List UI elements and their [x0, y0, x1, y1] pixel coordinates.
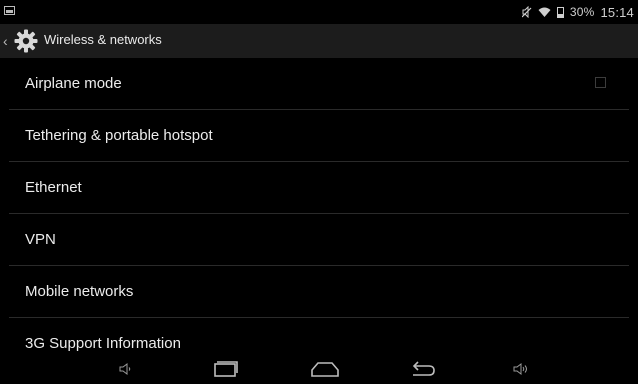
setting-tethering-hotspot[interactable]: Tethering & portable hotspot [9, 110, 629, 162]
gear-icon[interactable] [13, 28, 39, 54]
volume-down-icon [119, 363, 131, 375]
back-icon [412, 361, 435, 376]
home-icon [311, 362, 339, 377]
clock: 15:14 [600, 4, 634, 20]
page-title: Wireless & networks [44, 32, 162, 47]
mute-icon [521, 6, 532, 18]
navigation-bar [0, 354, 638, 384]
setting-mobile-networks[interactable]: Mobile networks [9, 266, 629, 318]
notification-icon [4, 6, 15, 15]
setting-label: Tethering & portable hotspot [25, 127, 213, 144]
setting-label: Airplane mode [25, 75, 122, 92]
battery-icon [556, 6, 564, 18]
setting-airplane-mode[interactable]: Airplane mode [9, 58, 629, 110]
wifi-icon [538, 7, 551, 17]
status-bar: 30% 15:14 [0, 0, 638, 24]
settings-list: Airplane mode Tethering & portable hotsp… [9, 58, 629, 369]
setting-vpn[interactable]: VPN [9, 214, 629, 266]
home-button[interactable] [308, 354, 342, 384]
volume-down-button[interactable] [110, 354, 140, 384]
airplane-mode-checkbox[interactable] [595, 77, 606, 88]
setting-ethernet[interactable]: Ethernet [9, 162, 629, 214]
setting-label: Ethernet [25, 179, 82, 196]
battery-percent: 30% [569, 5, 595, 19]
volume-up-button[interactable] [506, 354, 536, 384]
recent-apps-button[interactable] [208, 354, 242, 384]
status-icons: 30% 15:14 [521, 0, 634, 24]
up-caret-icon[interactable]: ‹ [3, 33, 13, 49]
recent-apps-icon [214, 361, 238, 377]
setting-label: 3G Support Information [25, 335, 181, 352]
action-bar[interactable]: ‹ Wireless & networks [0, 24, 638, 58]
volume-up-icon [513, 363, 527, 375]
setting-label: VPN [25, 231, 56, 248]
setting-label: Mobile networks [25, 283, 134, 300]
back-button[interactable] [406, 354, 440, 384]
